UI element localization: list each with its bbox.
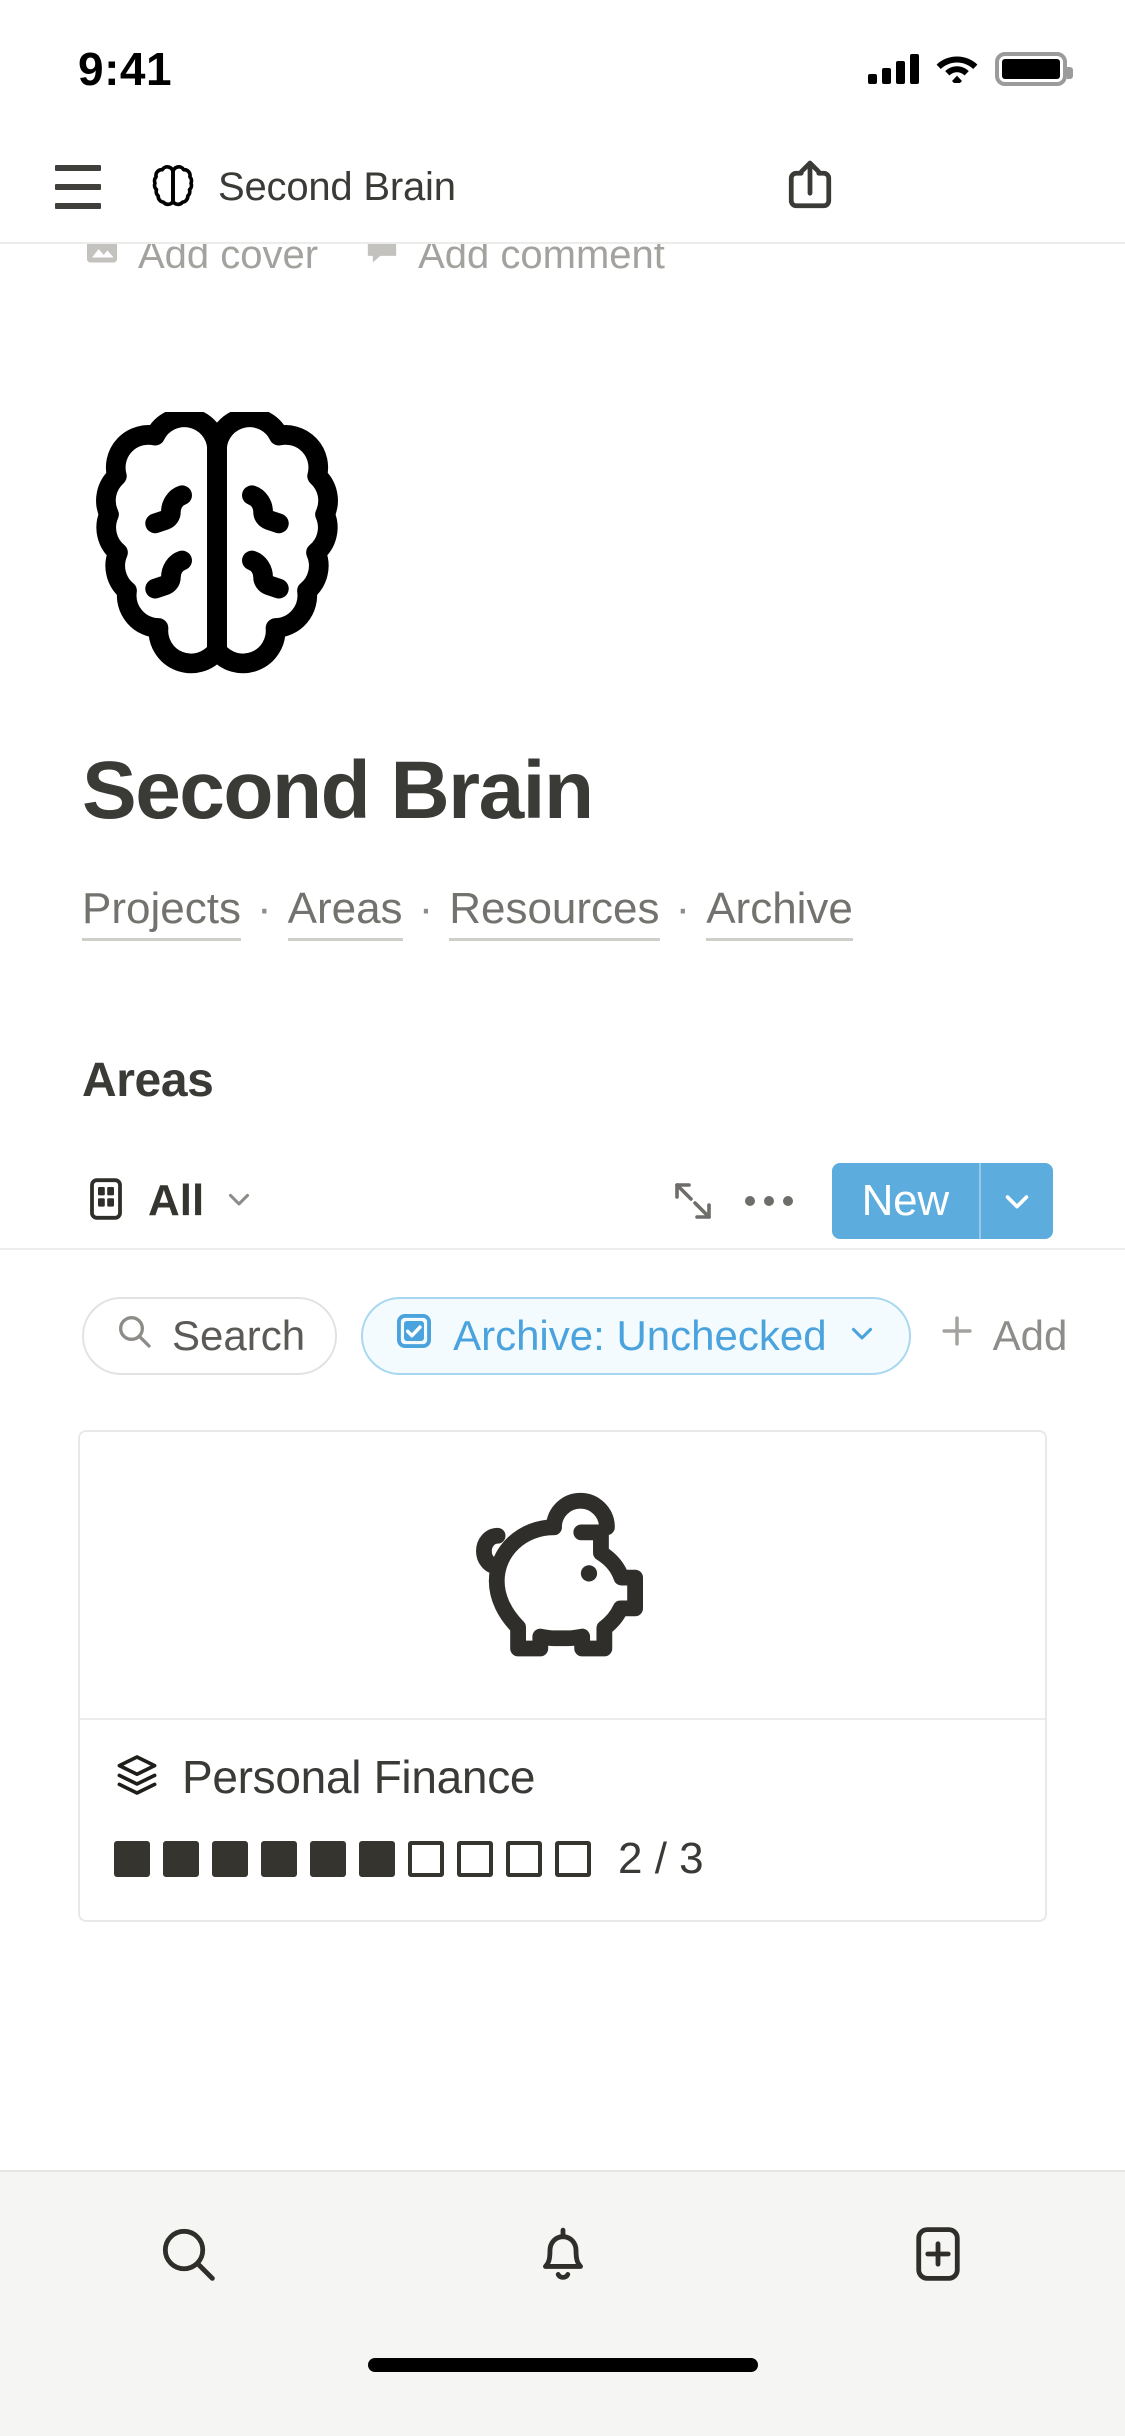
progress-box bbox=[212, 1841, 248, 1877]
image-icon bbox=[82, 244, 122, 280]
piggy-bank-icon bbox=[460, 1470, 665, 1680]
breadcrumb: Projects · Areas · Resources · Archive bbox=[82, 884, 1125, 941]
tab-bar bbox=[0, 2170, 1125, 2340]
add-filter-label: Add bbox=[992, 1312, 1068, 1359]
progress-label: 2 / 3 bbox=[618, 1834, 704, 1883]
search-chip[interactable]: Search bbox=[82, 1297, 338, 1375]
breadcrumb-link-areas[interactable]: Areas bbox=[287, 884, 403, 941]
page-content: Add cover Add comment Second Brain Proje… bbox=[0, 244, 1125, 2170]
progress-box bbox=[506, 1841, 542, 1877]
search-icon bbox=[154, 2220, 222, 2293]
add-comment-label: Add comment bbox=[418, 244, 665, 277]
expand-arrows-icon[interactable] bbox=[660, 1168, 726, 1234]
brain-icon bbox=[150, 164, 196, 210]
filter-chip-label: Archive: Unchecked bbox=[453, 1312, 827, 1359]
progress-box bbox=[555, 1841, 591, 1877]
progress-box bbox=[359, 1841, 395, 1877]
filter-chip-archive[interactable]: Archive: Unchecked bbox=[361, 1297, 911, 1375]
card-cover bbox=[80, 1432, 1045, 1720]
progress-box bbox=[261, 1841, 297, 1877]
plus-icon bbox=[935, 1309, 979, 1363]
share-icon[interactable] bbox=[777, 154, 843, 220]
progress-box bbox=[163, 1841, 199, 1877]
breadcrumb-link-resources[interactable]: Resources bbox=[449, 884, 660, 941]
progress-box bbox=[457, 1841, 493, 1877]
breadcrumb-separator: · bbox=[418, 884, 434, 933]
comment-icon bbox=[362, 244, 402, 280]
progress-box bbox=[408, 1841, 444, 1877]
nav-bar: Second Brain bbox=[0, 132, 1125, 244]
database-toolbar: All New bbox=[0, 1154, 1125, 1250]
chevron-down-icon bbox=[222, 1182, 256, 1221]
new-button-chevron-down-icon[interactable] bbox=[981, 1163, 1053, 1239]
add-cover-button[interactable]: Add cover bbox=[82, 244, 318, 280]
cellular-bars-icon bbox=[868, 54, 919, 84]
nav-title-group[interactable]: Second Brain bbox=[150, 164, 456, 210]
status-bar: 9:41 bbox=[0, 0, 1125, 132]
new-button-group[interactable]: New bbox=[831, 1163, 1053, 1239]
gallery-view-icon bbox=[82, 1175, 130, 1228]
phone-screen: 9:41 Second Brain Add cover Add comment … bbox=[0, 0, 1125, 2436]
layers-icon bbox=[114, 1752, 160, 1803]
add-comment-button[interactable]: Add comment bbox=[362, 244, 665, 280]
card-body: Personal Finance 2 / 3 bbox=[80, 1720, 1045, 1920]
checkbox-checked-icon bbox=[393, 1310, 435, 1362]
filter-row: Search Archive: Unchecked Add bbox=[0, 1294, 1125, 1378]
home-indicator[interactable] bbox=[367, 2358, 758, 2372]
breadcrumb-link-projects[interactable]: Projects bbox=[82, 884, 241, 941]
hamburger-menu-icon[interactable] bbox=[40, 149, 116, 225]
status-bar-icons bbox=[868, 51, 1073, 88]
card-progress: 2 / 3 bbox=[114, 1834, 1011, 1884]
nav-bar-title: Second Brain bbox=[218, 164, 456, 209]
view-tab-all[interactable]: All bbox=[82, 1175, 256, 1228]
new-button[interactable]: New bbox=[832, 1163, 979, 1239]
tab-notifications[interactable] bbox=[375, 2220, 750, 2293]
gallery-cards: Personal Finance 2 / 3 bbox=[0, 1430, 1125, 1922]
breadcrumb-separator: · bbox=[675, 884, 691, 933]
progress-box bbox=[310, 1841, 346, 1877]
view-tab-label: All bbox=[148, 1176, 205, 1225]
page-meta-actions: Add cover Add comment bbox=[82, 244, 665, 280]
add-filter-button[interactable]: Add bbox=[935, 1309, 1068, 1363]
page-title[interactable]: Second Brain bbox=[82, 744, 1125, 838]
battery-icon bbox=[995, 52, 1073, 86]
search-chip-label: Search bbox=[172, 1312, 306, 1359]
breadcrumb-link-archive[interactable]: Archive bbox=[706, 884, 853, 941]
page-brain-icon[interactable] bbox=[82, 407, 352, 682]
bell-icon bbox=[529, 2220, 597, 2293]
wifi-icon bbox=[935, 51, 979, 88]
card-title-row: Personal Finance bbox=[114, 1750, 1011, 1804]
more-options-icon[interactable] bbox=[736, 1168, 802, 1234]
breadcrumb-separator: · bbox=[256, 884, 272, 933]
home-indicator-area bbox=[0, 2340, 1125, 2436]
progress-box bbox=[114, 1841, 150, 1877]
gallery-card[interactable]: Personal Finance 2 / 3 bbox=[78, 1430, 1047, 1922]
card-title: Personal Finance bbox=[182, 1751, 536, 1803]
status-bar-time: 9:41 bbox=[78, 43, 173, 95]
database-heading[interactable]: Areas bbox=[82, 1053, 1125, 1108]
chevron-down-icon bbox=[845, 1312, 879, 1360]
tab-search[interactable] bbox=[0, 2220, 375, 2293]
add-cover-label: Add cover bbox=[138, 244, 319, 277]
search-icon bbox=[114, 1311, 154, 1361]
new-page-icon bbox=[904, 2220, 972, 2293]
tab-new-page[interactable] bbox=[750, 2220, 1125, 2293]
